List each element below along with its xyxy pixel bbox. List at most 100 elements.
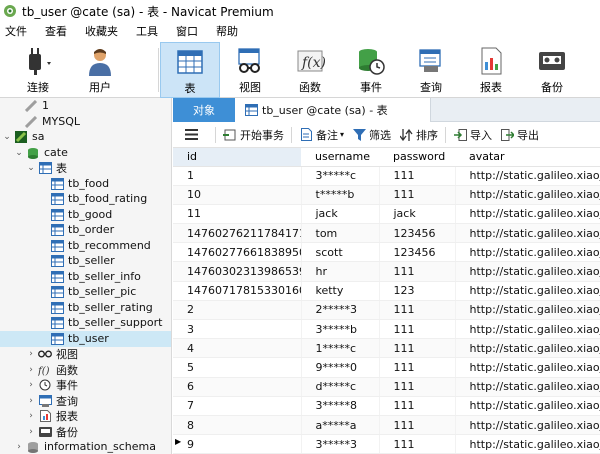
collapse-icon[interactable]: ⌄ — [2, 132, 12, 142]
table-row[interactable]: 1476030231398653953hr111http://static.ga… — [173, 261, 600, 282]
cell-avatar[interactable]: http://static.galileo.xiaojukeji — [455, 377, 600, 397]
cell-password[interactable]: 111 — [379, 338, 456, 359]
column-header-avatar[interactable]: avatar — [455, 148, 600, 167]
tree-item-queries[interactable]: › 查询 — [0, 393, 171, 409]
filter-button[interactable]: 筛选 — [348, 124, 395, 146]
cell-id[interactable]: 8 — [173, 415, 302, 436]
event-button[interactable]: 事件 — [346, 42, 396, 98]
cell-avatar[interactable]: http://static.galileo.xiaojukeji — [455, 357, 600, 378]
cell-username[interactable]: 3*****b — [301, 319, 380, 340]
cell-username[interactable]: t*****b — [301, 185, 380, 205]
column-header-id[interactable]: id — [173, 148, 301, 167]
cell-avatar[interactable]: http://static.galileo.xiaojukeji — [455, 415, 600, 436]
cell-username[interactable]: 3*****3 — [301, 434, 380, 454]
menu-help[interactable]: 帮助 — [207, 22, 247, 42]
tree-item-table-tb_food_rating[interactable]: tb_food_rating — [0, 191, 171, 207]
cell-id[interactable]: 7 — [173, 396, 302, 416]
cell-id[interactable]: 1 — [173, 166, 302, 186]
tree-item-table-tb_food[interactable]: tb_food — [0, 176, 171, 192]
expand-icon[interactable]: › — [26, 427, 36, 437]
cell-password[interactable]: jack — [379, 204, 456, 225]
column-header-password[interactable]: password — [379, 148, 455, 167]
view-button[interactable]: 视图 — [226, 42, 274, 98]
table-row[interactable]: 1476027621178417153tom123456http://stati… — [173, 223, 600, 244]
collapse-icon[interactable]: ⌄ — [14, 148, 24, 158]
table-row[interactable]: 6d*****c111http://static.galileo.xiaojuk… — [173, 377, 600, 397]
expand-icon[interactable]: › — [14, 442, 24, 452]
tree-item-database-cate[interactable]: ⌄ cate — [0, 145, 171, 161]
table-row[interactable]: 22*****3111http://static.galileo.xiaojuk… — [173, 300, 600, 321]
cell-username[interactable]: ketty — [301, 281, 380, 301]
collapse-icon[interactable]: ⌄ — [26, 163, 36, 173]
cell-username[interactable]: a*****a — [301, 415, 380, 436]
table-row[interactable]: 59*****0111http://static.galileo.xiaojuk… — [173, 357, 600, 378]
cell-id[interactable]: 2 — [173, 300, 302, 321]
table-row[interactable]: 11jackjackhttp://static.galileo.xiaojuke… — [173, 204, 600, 225]
menu-hamburger-icon[interactable] — [173, 124, 212, 146]
cell-avatar[interactable]: http://static.galileo.xiaojukeji — [455, 204, 600, 225]
function-button[interactable]: f(x) 函数 — [286, 42, 334, 98]
cell-avatar[interactable]: http://static.galileo.xiaojukeji — [455, 338, 600, 359]
begin-transaction-button[interactable]: 开始事务 — [219, 124, 288, 146]
menu-file[interactable]: 文件 — [0, 22, 36, 42]
query-button[interactable]: 查询 — [406, 42, 456, 98]
table-row[interactable]: 8a*****a111http://static.galileo.xiaojuk… — [173, 415, 600, 436]
cell-username[interactable]: 9*****0 — [301, 357, 380, 378]
cell-id[interactable]: 11 — [173, 204, 302, 225]
cell-username[interactable]: jack — [301, 204, 380, 225]
expand-icon[interactable]: › — [26, 349, 36, 359]
expand-icon[interactable]: › — [26, 396, 36, 406]
cell-id[interactable]: 9 — [173, 434, 302, 454]
menu-favorites[interactable]: 收藏夹 — [76, 22, 127, 42]
tree-item-functions[interactable]: › f() 函数 — [0, 362, 171, 378]
cell-avatar[interactable]: http://static.galileo.xiaojukeji — [455, 242, 600, 263]
report-button[interactable]: 报表 — [466, 42, 516, 98]
connect-button[interactable]: 连接 — [6, 42, 70, 98]
cell-password[interactable]: 111 — [379, 261, 456, 282]
tab-tb_user[interactable]: tb_user @cate (sa) - 表 — [235, 98, 431, 122]
cell-password[interactable]: 123456 — [379, 223, 456, 244]
cell-password[interactable]: 111 — [379, 377, 456, 397]
tree-item-table-tb_good[interactable]: tb_good — [0, 207, 171, 223]
cell-password[interactable]: 111 — [379, 319, 456, 340]
cell-password[interactable]: 111 — [379, 434, 456, 454]
table-row[interactable]: 33*****b111http://static.galileo.xiaojuk… — [173, 319, 600, 340]
cell-id[interactable]: 1476027621178417153 — [173, 223, 302, 244]
cell-username[interactable]: 2*****3 — [301, 300, 380, 321]
cell-password[interactable]: 111 — [379, 166, 456, 186]
table-button[interactable]: 表 — [160, 42, 220, 98]
cell-password[interactable]: 111 — [379, 300, 456, 321]
tree-item-connection-1[interactable]: 1 — [0, 98, 171, 114]
cell-id[interactable]: 4 — [173, 338, 302, 359]
sort-button[interactable]: 排序 — [395, 124, 442, 146]
menu-view[interactable]: 查看 — [36, 22, 76, 42]
user-button[interactable]: 用户 — [78, 42, 122, 98]
cell-avatar[interactable]: http://static.galileo.xiaojukeji — [455, 434, 600, 454]
column-header-username[interactable]: username — [301, 148, 379, 167]
cell-avatar[interactable]: http://static.galileo.xiaojukeji — [455, 185, 600, 205]
tree-item-backups[interactable]: › 备份 — [0, 424, 171, 440]
tree-item-table-tb_seller_rating[interactable]: tb_seller_rating — [0, 300, 171, 316]
cell-id[interactable]: 1476027766183895042 — [173, 242, 302, 263]
table-row[interactable]: 93*****3111http://static.galileo.xiaojuk… — [173, 434, 600, 454]
tree-item-table-tb_recommend[interactable]: tb_recommend — [0, 238, 171, 254]
cell-avatar[interactable]: http://static.galileo.xiaojukeji — [455, 396, 600, 416]
cell-username[interactable]: hr — [301, 261, 380, 282]
cell-password[interactable]: 123456 — [379, 242, 456, 263]
table-row[interactable]: 1476071781533016065ketty123http://static… — [173, 281, 600, 301]
tree-item-database-information_schema[interactable]: › information_schema — [0, 439, 171, 454]
cell-username[interactable]: 3*****c — [301, 166, 380, 186]
note-button[interactable]: 备注 ▾ — [295, 124, 348, 146]
cell-id[interactable]: 3 — [173, 319, 302, 340]
tree-item-table-tb_seller_info[interactable]: tb_seller_info — [0, 269, 171, 285]
tree-item-events[interactable]: › 事件 — [0, 377, 171, 393]
cell-avatar[interactable]: http://static.galileo.xiaojukeji — [455, 281, 600, 301]
tab-objects[interactable]: 对象 — [173, 98, 235, 122]
cell-username[interactable]: tom — [301, 223, 380, 244]
expand-icon[interactable]: › — [26, 411, 36, 421]
cell-id[interactable]: 10 — [173, 185, 302, 205]
cell-avatar[interactable]: http://static.galileo.xiaojukeji — [455, 261, 600, 282]
table-row[interactable]: 13*****c111http://static.galileo.xiaojuk… — [173, 166, 600, 186]
cell-avatar[interactable]: http://static.galileo.xiaojukeji — [455, 319, 600, 340]
table-row[interactable]: 73*****8111http://static.galileo.xiaojuk… — [173, 396, 600, 416]
